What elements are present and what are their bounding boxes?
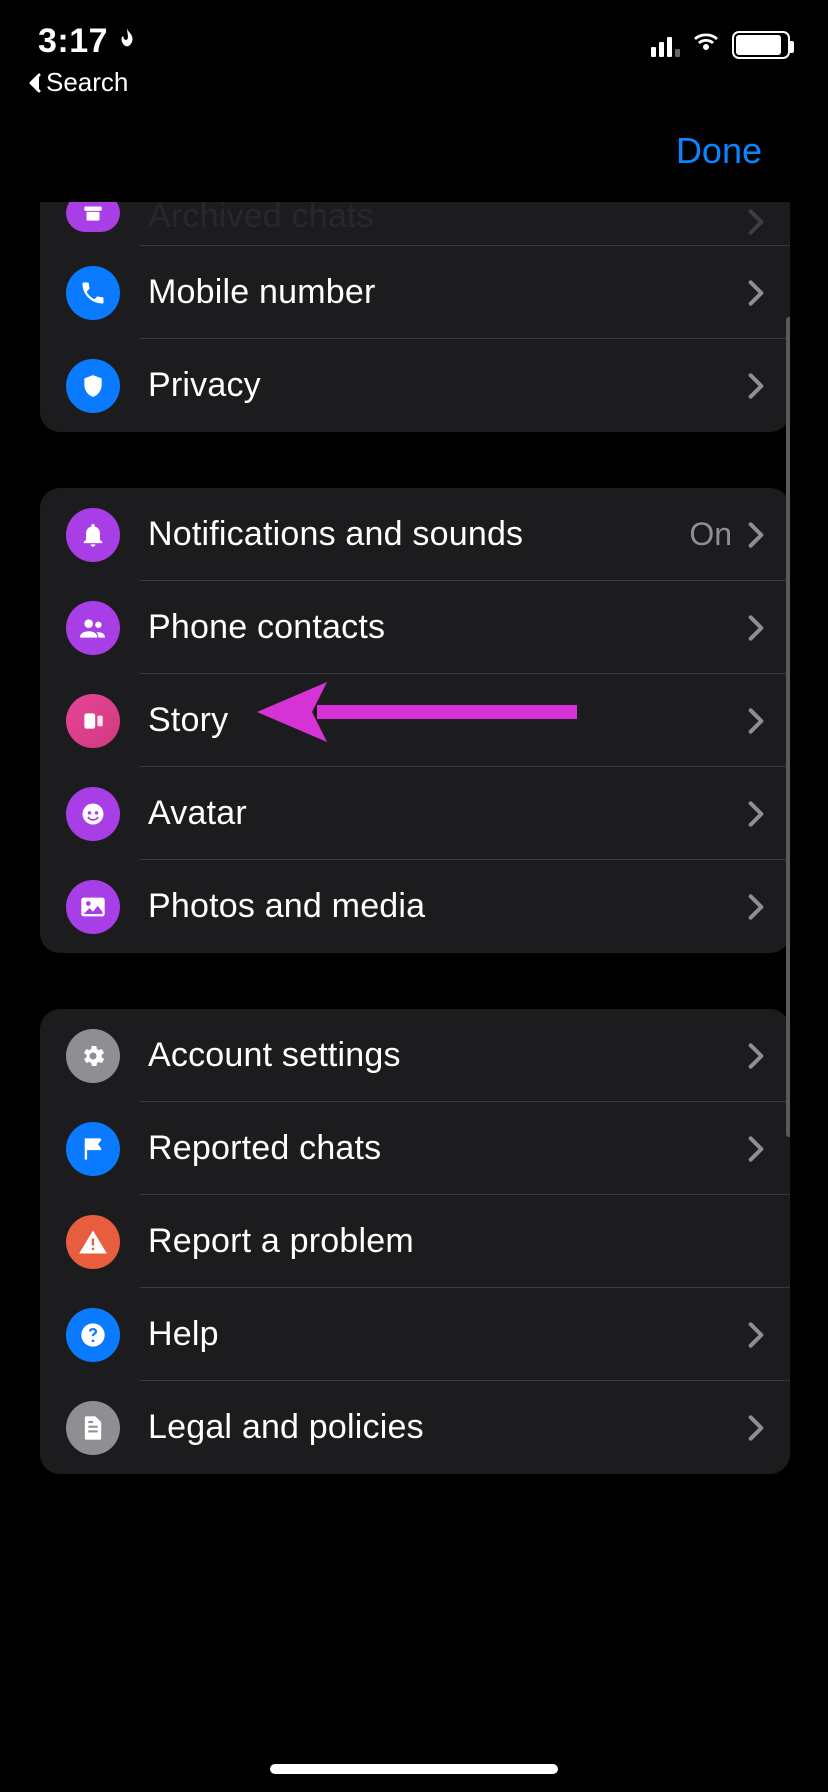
- row-label: Help: [148, 1315, 748, 1354]
- row-help[interactable]: Help: [40, 1288, 790, 1381]
- row-account-settings[interactable]: Account settings: [40, 1009, 790, 1102]
- row-value: On: [689, 516, 732, 553]
- row-label: Photos and media: [148, 887, 748, 926]
- status-time: 3:17: [38, 22, 108, 61]
- shield-icon: [66, 359, 120, 413]
- warning-icon: [66, 1215, 120, 1269]
- scroll-indicator[interactable]: [786, 317, 790, 1137]
- chevron-right-icon: [748, 521, 764, 549]
- row-label: Legal and policies: [148, 1408, 748, 1447]
- chevron-right-icon: [748, 800, 764, 828]
- row-label: Story: [148, 701, 748, 740]
- chevron-right-icon: [748, 1135, 764, 1163]
- row-photos-media[interactable]: Photos and media: [40, 860, 790, 953]
- chevron-right-icon: [748, 1414, 764, 1442]
- wifi-icon: [690, 30, 722, 59]
- row-phone-contacts[interactable]: Phone contacts: [40, 581, 790, 674]
- battery-icon: [732, 31, 790, 59]
- avatar-icon: [66, 787, 120, 841]
- settings-group-account: Archived chats Mobile number Privacy: [40, 202, 790, 432]
- row-notifications[interactable]: Notifications and sounds On: [40, 488, 790, 581]
- status-right: [651, 22, 790, 59]
- row-label: Phone contacts: [148, 608, 748, 647]
- row-privacy[interactable]: Privacy: [40, 339, 790, 432]
- row-label: Report a problem: [148, 1222, 764, 1261]
- row-label: Notifications and sounds: [148, 515, 689, 554]
- row-reported-chats[interactable]: Reported chats: [40, 1102, 790, 1195]
- back-label: Search: [46, 67, 128, 98]
- document-icon: [66, 1401, 120, 1455]
- row-label: Account settings: [148, 1036, 748, 1075]
- flag-icon: [66, 1122, 120, 1176]
- chevron-right-icon: [748, 1321, 764, 1349]
- status-left: 3:17 Search: [38, 22, 138, 98]
- chevron-right-icon: [748, 707, 764, 735]
- settings-sheet: Done Archived chats Mobile number: [40, 100, 790, 1792]
- row-avatar[interactable]: Avatar: [40, 767, 790, 860]
- done-button[interactable]: Done: [676, 130, 762, 172]
- row-legal-policies[interactable]: Legal and policies: [40, 1381, 790, 1474]
- cellular-icon: [651, 33, 680, 57]
- settings-group-support: Account settings Reported chats Report a…: [40, 1009, 790, 1474]
- row-label: Avatar: [148, 794, 748, 833]
- row-mobile-number[interactable]: Mobile number: [40, 246, 790, 339]
- flame-icon: [116, 26, 138, 57]
- row-label: Reported chats: [148, 1129, 748, 1168]
- settings-group-preferences: Notifications and sounds On Phone contac…: [40, 488, 790, 953]
- chevron-right-icon: [748, 372, 764, 400]
- row-label: Privacy: [148, 366, 748, 405]
- row-archived-chats[interactable]: Archived chats: [40, 202, 790, 246]
- home-indicator[interactable]: [270, 1764, 558, 1774]
- row-story[interactable]: Story: [40, 674, 790, 767]
- chevron-right-icon: [748, 279, 764, 307]
- row-report-problem[interactable]: Report a problem: [40, 1195, 790, 1288]
- archive-icon: [66, 202, 120, 232]
- row-label: Archived chats: [148, 202, 748, 236]
- gear-icon: [66, 1029, 120, 1083]
- bell-icon: [66, 508, 120, 562]
- chevron-right-icon: [748, 208, 764, 236]
- row-label: Mobile number: [148, 273, 748, 312]
- chevron-right-icon: [748, 893, 764, 921]
- status-bar: 3:17 Search: [0, 0, 828, 100]
- chevron-right-icon: [748, 1042, 764, 1070]
- photo-icon: [66, 880, 120, 934]
- help-icon: [66, 1308, 120, 1362]
- sheet-header: Done: [40, 100, 790, 202]
- settings-content[interactable]: Archived chats Mobile number Privacy: [40, 202, 790, 1792]
- phone-icon: [66, 266, 120, 320]
- story-icon: [66, 694, 120, 748]
- back-to-search[interactable]: Search: [28, 67, 128, 98]
- contacts-icon: [66, 601, 120, 655]
- chevron-right-icon: [748, 614, 764, 642]
